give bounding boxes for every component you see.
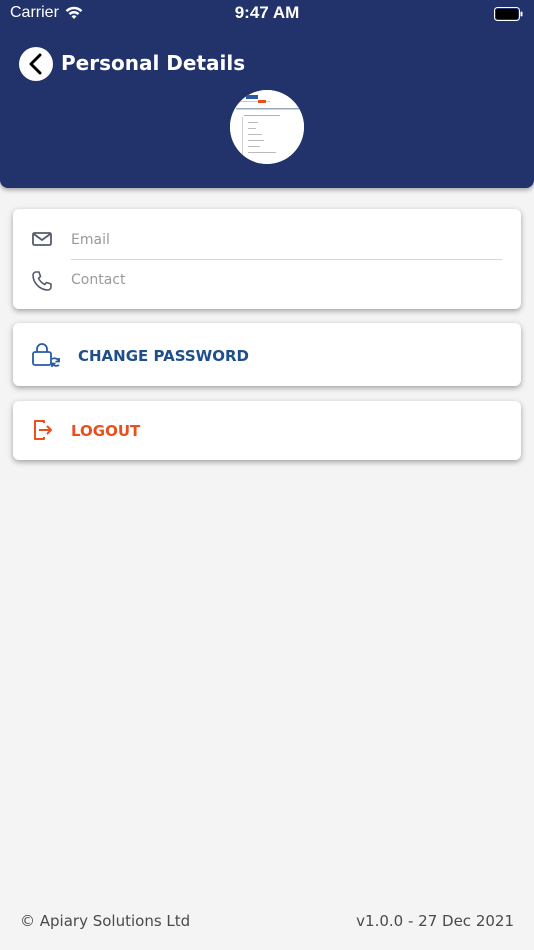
header-bar: Carrier 9:47 AM Personal Details (0, 0, 534, 188)
contact-card: Email Contact (13, 209, 521, 309)
copyright-text: © Apiary Solutions Ltd (20, 912, 191, 930)
email-placeholder: Email (71, 232, 110, 248)
lock-refresh-icon (31, 342, 61, 374)
profile-image (230, 90, 304, 164)
version-text: v1.0.0 - 27 Dec 2021 (356, 912, 514, 930)
contact-field[interactable]: Contact (13, 262, 521, 302)
back-button[interactable] (19, 47, 53, 81)
field-divider (71, 259, 502, 260)
logout-icon (32, 419, 54, 445)
chevron-left-icon (29, 53, 42, 75)
logout-button[interactable]: LOGOUT (13, 401, 521, 460)
page-title: Personal Details (61, 51, 246, 75)
mail-icon (31, 230, 53, 252)
email-field[interactable]: Email (13, 222, 521, 262)
contact-placeholder: Contact (71, 272, 126, 288)
logout-label: LOGOUT (71, 422, 141, 440)
change-password-button[interactable]: CHANGE PASSWORD (13, 323, 521, 386)
change-password-label: CHANGE PASSWORD (78, 347, 249, 365)
clock-label: 9:47 AM (234, 3, 300, 22)
status-bar: Carrier 9:47 AM (0, 0, 534, 28)
avatar[interactable] (230, 90, 304, 164)
phone-icon (31, 270, 53, 296)
battery-icon (494, 6, 524, 25)
